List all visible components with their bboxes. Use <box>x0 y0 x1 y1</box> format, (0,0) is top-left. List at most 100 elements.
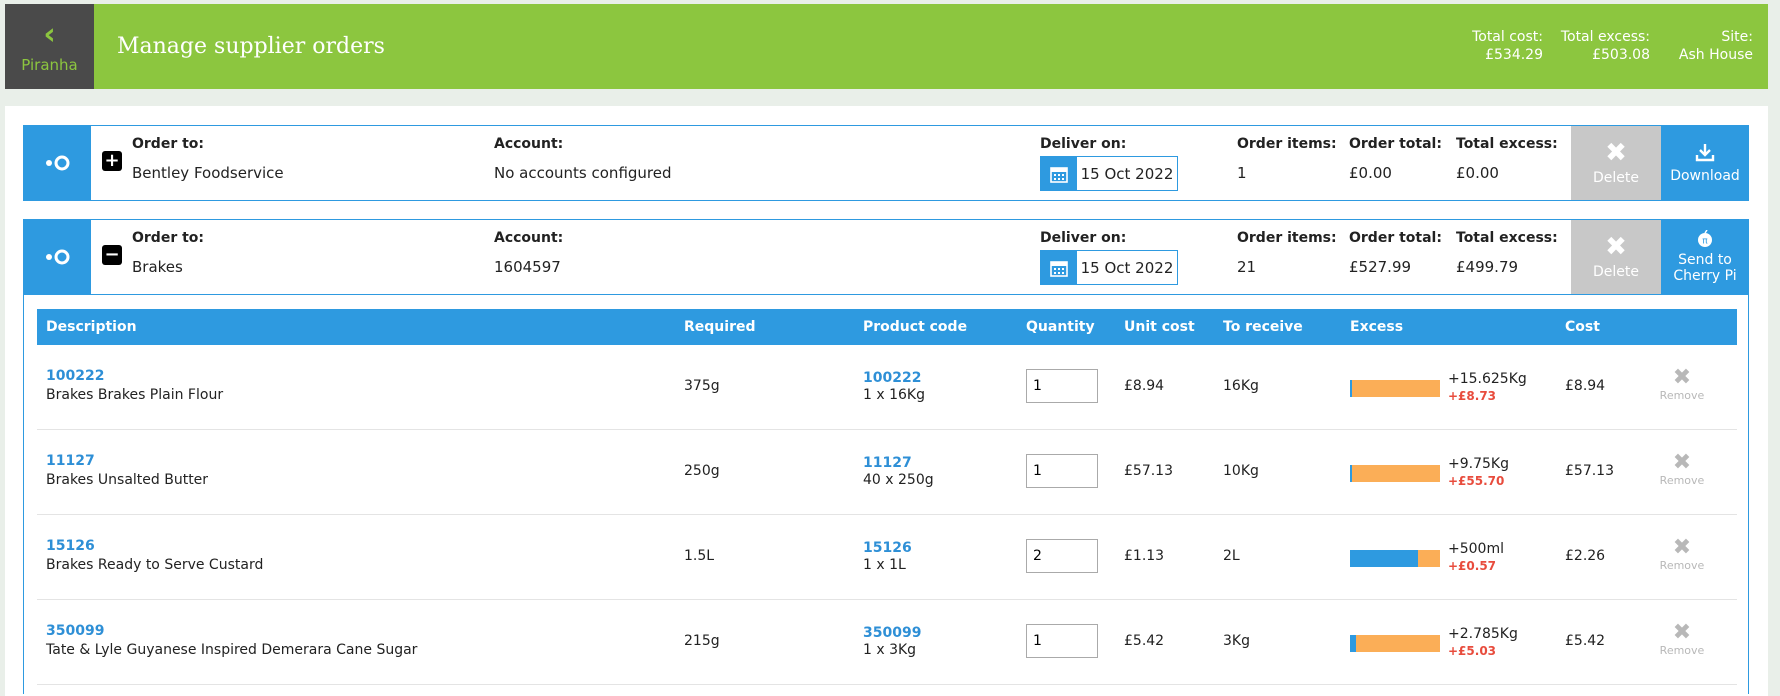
product-pack: 1 x 16Kg <box>863 387 925 403</box>
item-description: Brakes Unsalted Butter <box>46 472 209 488</box>
order-items-value: 1 <box>1237 164 1247 182</box>
close-icon: ✖ <box>1605 232 1627 262</box>
table-row: 11127 Brakes Unsalted Butter 250g 11127 … <box>37 430 1737 515</box>
remove-button[interactable]: ✖ Remove <box>1656 620 1708 658</box>
excess-bar <box>1350 380 1440 397</box>
col-to-receive: To receive <box>1223 319 1303 335</box>
delete-button[interactable]: ✖ Delete <box>1571 126 1661 200</box>
excess-cost: +£5.03 <box>1448 644 1497 658</box>
delete-button[interactable]: ✖ Delete <box>1571 220 1661 294</box>
remove-button[interactable]: ✖ Remove <box>1656 365 1708 403</box>
account-label: Account: <box>494 230 564 246</box>
remove-button[interactable]: ✖ Remove <box>1656 450 1708 488</box>
table-header: Description Required Product code Quanti… <box>37 309 1737 345</box>
unit-cost: £1.13 <box>1124 548 1165 564</box>
product-pack: 40 x 250g <box>863 472 934 488</box>
total-cost-stat: Total cost: £534.29 <box>1472 28 1543 64</box>
order-items-table: Description Required Product code Quanti… <box>23 294 1749 694</box>
product-code-link[interactable]: 100222 <box>863 370 921 386</box>
collapse-icon[interactable]: − <box>102 245 122 265</box>
item-required: 250g <box>684 463 720 479</box>
close-icon: ✖ <box>1672 365 1692 390</box>
item-required: 1.5L <box>684 548 715 564</box>
item-code-link[interactable]: 15126 <box>46 538 95 554</box>
line-cost: £8.94 <box>1565 378 1606 394</box>
quantity-input[interactable] <box>1026 454 1098 488</box>
order-total-value: £527.99 <box>1349 258 1412 276</box>
order-to-label: Order to: <box>132 230 205 246</box>
send-to-cherry-pi-button[interactable]: π Send to Cherry Pi <box>1661 220 1749 294</box>
item-code-link[interactable]: 100222 <box>46 368 104 384</box>
download-icon <box>1695 144 1715 162</box>
download-button[interactable]: Download <box>1661 126 1749 200</box>
close-icon: ✖ <box>1672 620 1692 645</box>
close-icon: ✖ <box>1672 450 1692 475</box>
product-code-link[interactable]: 15126 <box>863 540 912 556</box>
item-required: 215g <box>684 633 720 649</box>
excess-amount: +500ml <box>1448 541 1504 557</box>
to-receive: 2L <box>1223 548 1240 564</box>
order-total-value: £0.00 <box>1349 164 1392 182</box>
supplier-name: Bentley Foodservice <box>132 164 284 182</box>
drag-handle[interactable] <box>24 220 91 294</box>
total-excess-label: Total excess: <box>1456 230 1558 246</box>
excess-bar-fill <box>1350 635 1357 652</box>
calendar-icon[interactable] <box>1041 157 1077 190</box>
total-cost-label: Total cost: <box>1472 29 1543 45</box>
table-row: 15126 Brakes Ready to Serve Custard 1.5L… <box>37 515 1737 600</box>
deliver-on-label: Deliver on: <box>1040 230 1127 246</box>
order-to-label: Order to: <box>132 136 205 152</box>
total-excess-label: Total excess: <box>1560 29 1650 45</box>
excess-amount: +2.785Kg <box>1448 626 1518 642</box>
total-excess-value: £0.00 <box>1456 164 1499 182</box>
back-button[interactable]: ‹ Piranha <box>5 4 94 89</box>
drag-handle[interactable] <box>24 126 91 200</box>
order-total-label: Order total: <box>1349 230 1442 246</box>
account-label: Account: <box>494 136 564 152</box>
product-code-link[interactable]: 11127 <box>863 455 912 471</box>
delivery-date-value: 15 Oct 2022 <box>1080 164 1174 183</box>
excess-bar-fill <box>1350 465 1353 482</box>
delivery-date-picker[interactable]: 15 Oct 2022 <box>1040 156 1178 191</box>
svg-text:π: π <box>1702 237 1708 247</box>
chevron-left-icon: ‹ <box>43 16 56 52</box>
to-receive: 16Kg <box>1223 378 1259 394</box>
excess-cost: +£0.57 <box>1448 559 1497 573</box>
item-code-link[interactable]: 11127 <box>46 453 95 469</box>
total-excess-stat: Total excess: £503.08 <box>1561 28 1650 64</box>
unit-cost: £8.94 <box>1124 378 1165 394</box>
item-description: Tate & Lyle Guyanese Inspired Demerara C… <box>46 642 418 658</box>
excess-bar-fill <box>1350 380 1352 397</box>
delete-label: Delete <box>1593 170 1639 186</box>
remove-label: Remove <box>1659 644 1705 657</box>
item-description: Brakes Brakes Plain Flour <box>46 387 224 403</box>
calendar-icon[interactable] <box>1041 251 1077 284</box>
order-items-label: Order items: <box>1237 230 1337 246</box>
item-description: Brakes Ready to Serve Custard <box>46 557 264 573</box>
expand-icon[interactable]: + <box>102 151 122 171</box>
quantity-input[interactable] <box>1026 539 1098 573</box>
close-icon: ✖ <box>1672 535 1692 560</box>
send-to-label: Send to Cherry Pi <box>1673 252 1737 284</box>
remove-button[interactable]: ✖ Remove <box>1656 535 1708 573</box>
total-excess-label: Total excess: <box>1456 136 1558 152</box>
page-title: Manage supplier orders <box>117 34 385 59</box>
to-receive: 3Kg <box>1223 633 1250 649</box>
item-code-link[interactable]: 350099 <box>46 623 104 639</box>
product-pack: 1 x 3Kg <box>863 642 917 658</box>
account-value: No accounts configured <box>494 164 672 182</box>
remove-label: Remove <box>1659 474 1705 487</box>
supplier-name: Brakes <box>132 258 183 276</box>
total-cost-value: £534.29 <box>1485 47 1543 63</box>
excess-amount: +15.625Kg <box>1448 371 1527 387</box>
order-total-label: Order total: <box>1349 136 1442 152</box>
delivery-date-picker[interactable]: 15 Oct 2022 <box>1040 250 1178 285</box>
quantity-input[interactable] <box>1026 624 1098 658</box>
order-items-label: Order items: <box>1237 136 1337 152</box>
table-row: 350099 Tate & Lyle Guyanese Inspired Dem… <box>37 600 1737 685</box>
quantity-input[interactable] <box>1026 369 1098 403</box>
excess-amount: +9.75Kg <box>1448 456 1509 472</box>
total-excess-value: £503.08 <box>1592 47 1650 63</box>
order-items-value: 21 <box>1237 258 1257 276</box>
product-code-link[interactable]: 350099 <box>863 625 921 641</box>
